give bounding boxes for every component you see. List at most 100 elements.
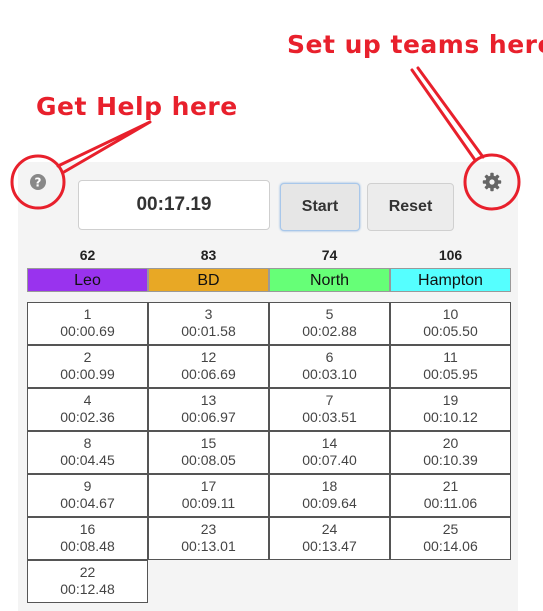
finish-position: 17 bbox=[200, 478, 217, 494]
finish-entry[interactable]: 22 00:12.48 bbox=[27, 560, 148, 603]
finish-entry[interactable]: 3 00:01.58 bbox=[148, 302, 269, 345]
finish-entry[interactable]: 19 00:10.12 bbox=[390, 388, 511, 431]
finish-time: 00:01.58 bbox=[181, 323, 236, 339]
finish-entry[interactable]: 25 00:14.06 bbox=[390, 517, 511, 560]
finish-position: 23 bbox=[200, 521, 217, 537]
finish-entry[interactable]: 7 00:03.51 bbox=[269, 388, 390, 431]
finish-entry[interactable]: 12 00:06.69 bbox=[148, 345, 269, 388]
finish-entry[interactable]: 21 00:11.06 bbox=[390, 474, 511, 517]
annotation-setup-teams: Set up teams here bbox=[287, 30, 543, 59]
finish-position: 18 bbox=[321, 478, 338, 494]
finish-time: 00:06.69 bbox=[181, 366, 236, 382]
finish-entry[interactable]: 15 00:08.05 bbox=[148, 431, 269, 474]
finish-entry[interactable]: 11 00:05.95 bbox=[390, 345, 511, 388]
team-entries: 1 00:00.69 2 00:00.99 4 00:02.36 8 00:04.45 9 00:… bbox=[27, 302, 148, 603]
finish-time: 00:03.10 bbox=[302, 366, 357, 382]
finish-entry[interactable]: 2 00:00.99 bbox=[27, 345, 148, 388]
finish-entry[interactable]: 6 00:03.10 bbox=[269, 345, 390, 388]
finish-entry[interactable]: 23 00:13.01 bbox=[148, 517, 269, 560]
finish-position: 8 bbox=[83, 435, 92, 451]
finish-position: 10 bbox=[442, 306, 459, 322]
team-entries: 5 00:02.88 6 00:03.10 7 00:03.51 14 00:07.40 18 0… bbox=[269, 302, 390, 560]
finish-time: 00:02.36 bbox=[60, 409, 115, 425]
finish-time: 00:04.67 bbox=[60, 495, 115, 511]
finish-position: 12 bbox=[200, 349, 217, 365]
timer-display: 00:17.19 bbox=[78, 180, 270, 230]
finish-entry[interactable]: 8 00:04.45 bbox=[27, 431, 148, 474]
team-column: 62 Leo 1 00:00.69 2 00:00.99 4 00:02.36 8 00:04.4… bbox=[27, 246, 148, 603]
finish-position: 25 bbox=[442, 521, 459, 537]
finish-position: 15 bbox=[200, 435, 217, 451]
finish-entry[interactable]: 13 00:06.97 bbox=[148, 388, 269, 431]
finish-entry[interactable]: 18 00:09.64 bbox=[269, 474, 390, 517]
finish-time: 00:12.48 bbox=[60, 581, 115, 597]
team-score: 74 bbox=[321, 247, 338, 263]
svg-text:?: ? bbox=[35, 176, 42, 190]
finish-time: 00:10.12 bbox=[423, 409, 478, 425]
finish-time: 00:02.88 bbox=[302, 323, 357, 339]
start-button[interactable]: Start bbox=[280, 183, 360, 231]
finish-time: 00:10.39 bbox=[423, 452, 478, 468]
finish-position: 21 bbox=[442, 478, 459, 494]
team-name-tag[interactable]: BD bbox=[148, 268, 269, 292]
finish-time: 00:00.99 bbox=[60, 366, 115, 382]
team-name-tag[interactable]: North bbox=[269, 268, 390, 292]
finish-time: 00:08.48 bbox=[60, 538, 115, 554]
settings-callout-line bbox=[410, 66, 485, 162]
finish-time: 00:08.05 bbox=[181, 452, 236, 468]
finish-entry[interactable]: 1 00:00.69 bbox=[27, 302, 148, 345]
finish-time: 00:05.95 bbox=[423, 366, 478, 382]
finish-position: 16 bbox=[79, 521, 96, 537]
finish-entry[interactable]: 4 00:02.36 bbox=[27, 388, 148, 431]
finish-time: 00:13.01 bbox=[181, 538, 236, 554]
team-column: 106 Hampton 10 00:05.50 11 00:05.95 19 00:10.12… bbox=[390, 246, 511, 560]
team-score: 62 bbox=[79, 247, 96, 263]
team-column: 83 BD 3 00:01.58 12 00:06.69 13 00:06.97 15 00:08… bbox=[148, 246, 269, 560]
finish-time: 00:03.51 bbox=[302, 409, 357, 425]
finish-entry[interactable]: 10 00:05.50 bbox=[390, 302, 511, 345]
finish-position: 7 bbox=[325, 392, 334, 408]
finish-entry[interactable]: 17 00:09.11 bbox=[148, 474, 269, 517]
finish-position: 19 bbox=[442, 392, 459, 408]
finish-time: 00:14.06 bbox=[423, 538, 478, 554]
finish-position: 20 bbox=[442, 435, 459, 451]
team-entries: 10 00:05.50 11 00:05.95 19 00:10.12 20 00:10.39… bbox=[390, 302, 511, 560]
finish-position: 24 bbox=[321, 521, 338, 537]
finish-entry[interactable]: 9 00:04.67 bbox=[27, 474, 148, 517]
gear-icon[interactable] bbox=[481, 171, 503, 193]
annotation-get-help: Get Help here bbox=[36, 92, 238, 121]
finish-position: 14 bbox=[321, 435, 338, 451]
finish-position: 6 bbox=[325, 349, 334, 365]
finish-entry[interactable]: 14 00:07.40 bbox=[269, 431, 390, 474]
team-column: 74 North 5 00:02.88 6 00:03.10 7 00:03.51 14 00:0… bbox=[269, 246, 390, 560]
finish-position: 4 bbox=[83, 392, 92, 408]
finish-position: 22 bbox=[79, 564, 96, 580]
finish-time: 00:05.50 bbox=[423, 323, 478, 339]
finish-position: 1 bbox=[83, 306, 92, 322]
finish-time: 00:11.06 bbox=[423, 495, 478, 511]
reset-button[interactable]: Reset bbox=[367, 183, 454, 231]
finish-position: 2 bbox=[83, 349, 92, 365]
finish-position: 3 bbox=[204, 306, 213, 322]
finish-entry[interactable]: 24 00:13.47 bbox=[269, 517, 390, 560]
finish-position: 11 bbox=[443, 349, 458, 365]
help-icon[interactable]: ? bbox=[27, 171, 49, 193]
finish-entry[interactable]: 20 00:10.39 bbox=[390, 431, 511, 474]
finish-time: 00:09.11 bbox=[181, 495, 236, 511]
finish-time: 00:04.45 bbox=[60, 452, 115, 468]
finish-time: 00:13.47 bbox=[302, 538, 357, 554]
finish-entry[interactable]: 5 00:02.88 bbox=[269, 302, 390, 345]
team-score: 83 bbox=[200, 247, 217, 263]
finish-position: 9 bbox=[83, 478, 92, 494]
team-score: 106 bbox=[438, 247, 463, 263]
team-name-tag[interactable]: Leo bbox=[27, 268, 148, 292]
finish-position: 13 bbox=[200, 392, 217, 408]
finish-time: 00:06.97 bbox=[181, 409, 236, 425]
finish-entry[interactable]: 16 00:08.48 bbox=[27, 517, 148, 560]
team-name-tag[interactable]: Hampton bbox=[390, 268, 511, 292]
finish-time: 00:07.40 bbox=[302, 452, 357, 468]
finish-time: 00:09.64 bbox=[302, 495, 357, 511]
finish-position: 5 bbox=[325, 306, 334, 322]
finish-time: 00:00.69 bbox=[60, 323, 115, 339]
team-entries: 3 00:01.58 12 00:06.69 13 00:06.97 15 00:08.05 1… bbox=[148, 302, 269, 560]
